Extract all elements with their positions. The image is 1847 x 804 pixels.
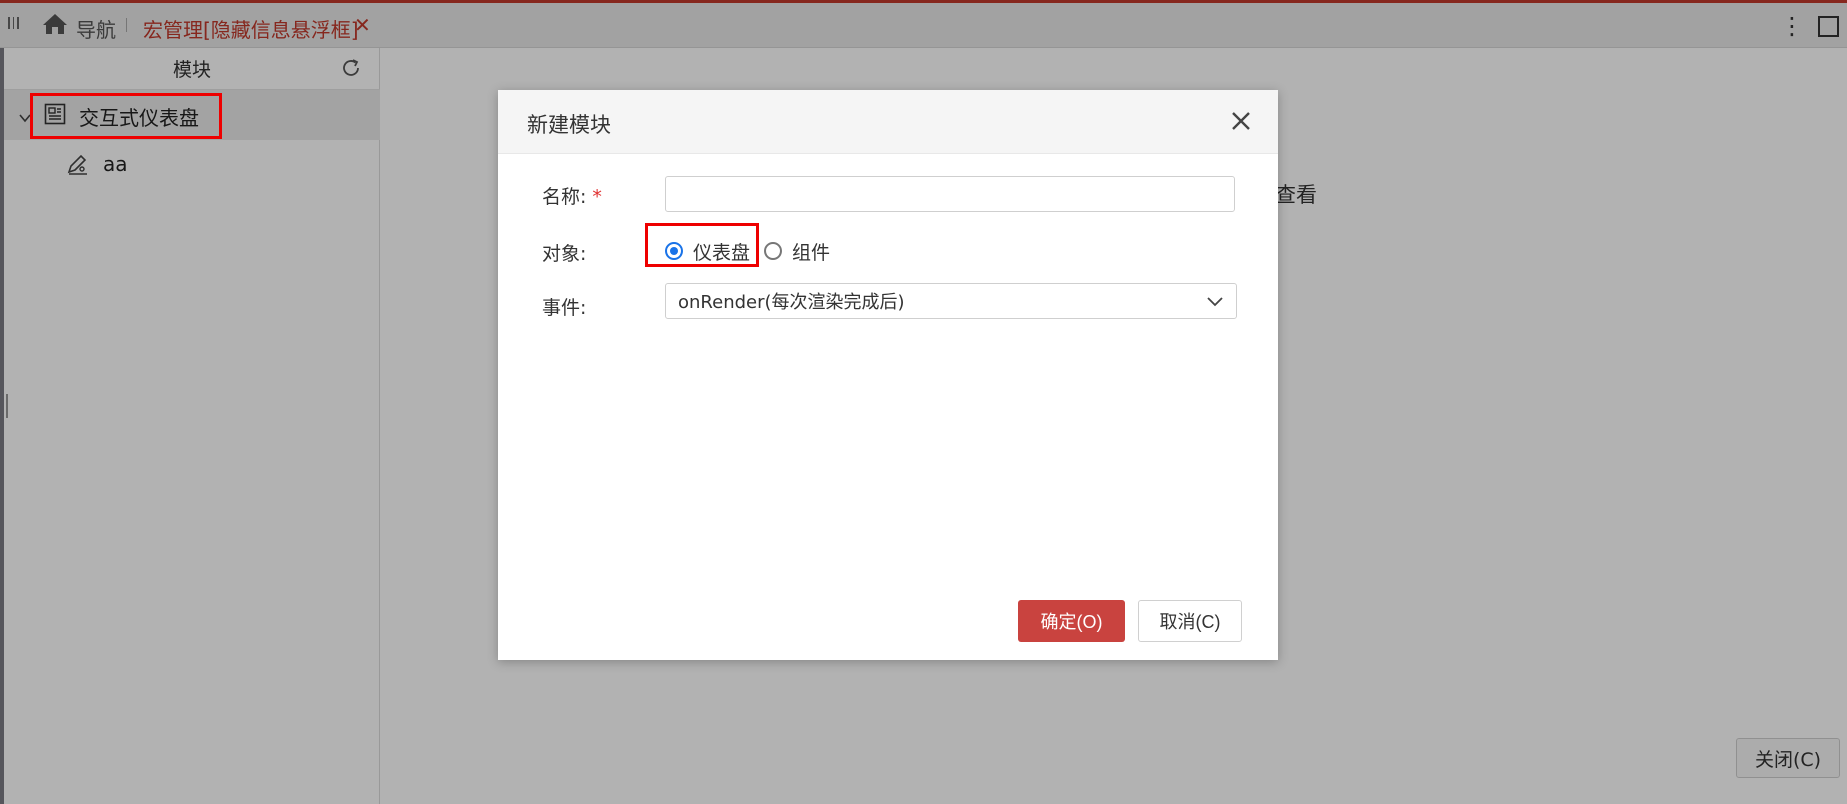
radio-component-circle[interactable] (764, 242, 783, 260)
name-input[interactable] (665, 176, 1235, 212)
dialog-header: 新建模块 (498, 90, 1278, 154)
required-mark: * (592, 186, 602, 208)
event-select-value: onRender(每次渲染完成后) (678, 292, 905, 313)
close-icon[interactable] (1230, 110, 1252, 137)
event-select[interactable]: onRender(每次渲染完成后) (665, 283, 1237, 319)
confirm-button[interactable]: 确定(O) (1018, 600, 1125, 642)
event-label: 事件: (542, 297, 587, 319)
name-label: 名称: * (542, 182, 602, 209)
radio-component[interactable]: 组件 (764, 238, 830, 265)
dialog-title: 新建模块 (527, 113, 611, 137)
cancel-button[interactable]: 取消(C) (1138, 600, 1242, 642)
new-module-dialog: 新建模块 名称: * 对象: 仪表盘 组件 事件: onRender(每次渲染完成… (498, 90, 1278, 660)
name-label-text: 名称: (542, 186, 587, 208)
highlight-box-radio (645, 223, 759, 267)
object-label: 对象: (542, 243, 587, 265)
chevron-down-icon (1206, 289, 1224, 313)
highlight-box-tree-root (30, 93, 222, 139)
radio-component-label: 组件 (792, 241, 831, 264)
